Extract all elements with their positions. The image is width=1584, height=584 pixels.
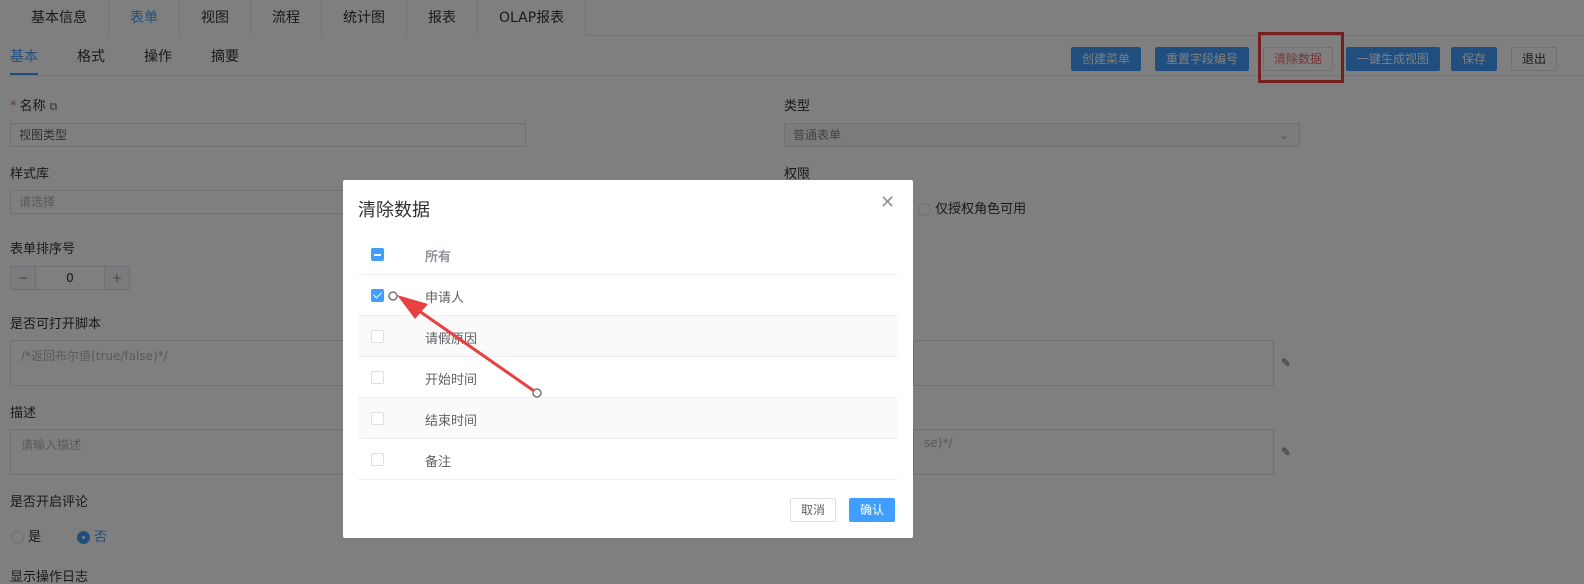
table-row: 开始时间: [358, 357, 897, 398]
clear-data-dialog: 清除数据 ✕ 所有 申请人 请假原因 开始时间 结束时间 备注 取消 确认: [343, 180, 913, 538]
row-checkbox[interactable]: [371, 412, 384, 425]
select-all-checkbox[interactable]: [371, 248, 384, 261]
close-icon[interactable]: ✕: [880, 192, 895, 213]
row-label: 申请人: [425, 291, 465, 306]
table-row: 结束时间: [358, 398, 897, 439]
table-row: 申请人: [358, 275, 897, 316]
row-label: 备注: [425, 455, 452, 470]
row-label: 开始时间: [425, 373, 478, 388]
header-all-label: 所有: [425, 250, 452, 265]
row-checkbox[interactable]: [371, 453, 384, 466]
confirm-button[interactable]: 确认: [849, 498, 896, 522]
row-checkbox[interactable]: [371, 289, 384, 302]
row-checkbox[interactable]: [371, 330, 384, 343]
row-label: 请假原因: [425, 332, 478, 347]
cancel-button[interactable]: 取消: [790, 498, 837, 522]
table-header-row: 所有: [358, 234, 897, 275]
table-row: 备注: [358, 439, 897, 480]
table-row: 请假原因: [358, 316, 897, 357]
dialog-title: 清除数据: [358, 200, 430, 221]
row-checkbox[interactable]: [371, 371, 384, 384]
row-label: 结束时间: [425, 414, 478, 429]
field-table: 所有 申请人 请假原因 开始时间 结束时间 备注: [358, 234, 897, 480]
